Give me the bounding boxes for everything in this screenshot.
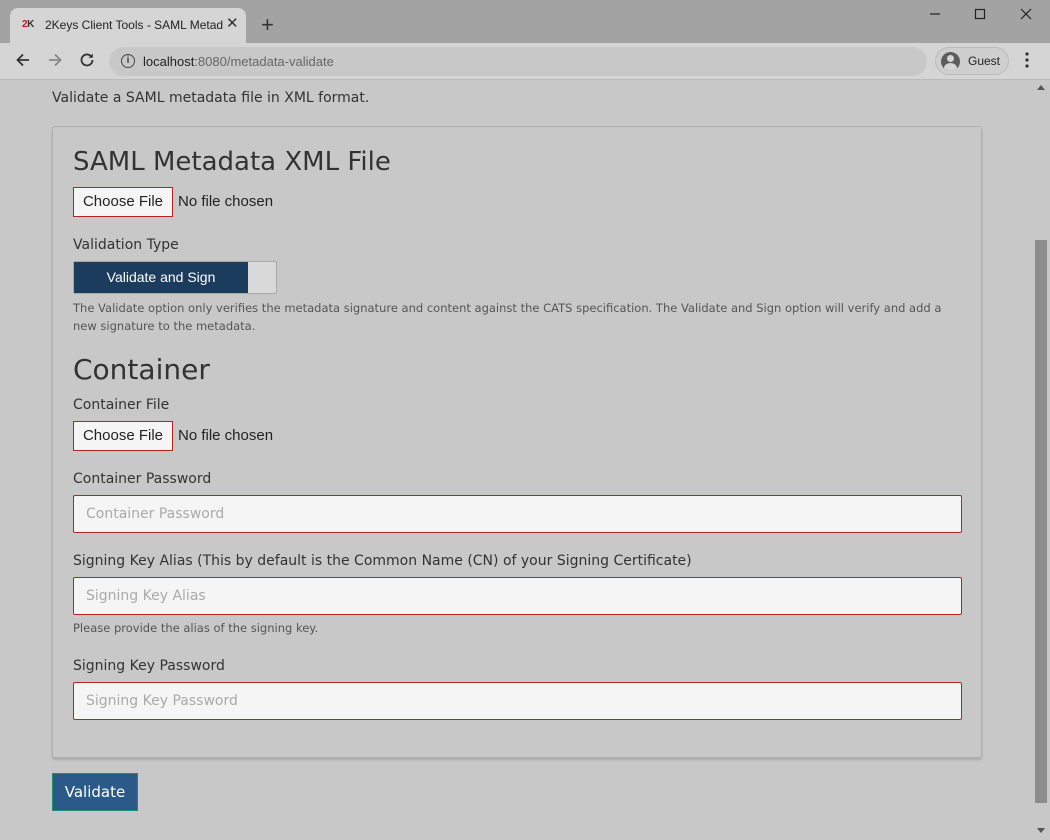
- container-password-input[interactable]: [73, 495, 962, 533]
- signing-key-password-input[interactable]: [73, 682, 962, 720]
- browser-tab[interactable]: 2K 2Keys Client Tools - SAML Metad ✕: [10, 8, 246, 43]
- back-button[interactable]: [12, 51, 34, 73]
- form-card: SAML Metadata XML File Choose File No fi…: [52, 126, 982, 758]
- signing-key-alias-input[interactable]: [73, 577, 962, 615]
- container-file-choose-button[interactable]: Choose File: [73, 421, 173, 451]
- metadata-file-status: No file chosen: [178, 193, 274, 210]
- close-window-button[interactable]: [1012, 6, 1040, 26]
- forward-arrow-icon: [49, 53, 62, 67]
- container-file-status: No file chosen: [178, 427, 274, 444]
- address-bar[interactable]: i localhost:8080/metadata-validate: [109, 47, 927, 76]
- container-file-label: Container File: [73, 397, 170, 413]
- validation-type-option-validate-and-sign[interactable]: Validate and Sign: [74, 262, 248, 293]
- close-icon: [1020, 8, 1032, 20]
- page-content: Validate a SAML metadata file in XML for…: [0, 81, 1033, 840]
- signing-key-alias-label: Signing Key Alias (This by default is th…: [73, 553, 692, 569]
- browser-menu-button[interactable]: [1018, 51, 1036, 73]
- tab-title: 2Keys Client Tools - SAML Metad: [45, 18, 223, 32]
- scroll-up-arrow-icon[interactable]: [1037, 85, 1045, 90]
- maximize-window-button[interactable]: [966, 6, 994, 26]
- page-scrollbar[interactable]: [1033, 81, 1050, 840]
- new-tab-button[interactable]: +: [261, 14, 274, 36]
- maximize-icon: [974, 8, 986, 20]
- validation-type-help: The Validate option only verifies the me…: [73, 301, 942, 333]
- browser-title-bar: 2K 2Keys Client Tools - SAML Metad ✕ +: [0, 0, 1050, 43]
- metadata-file-choose-button[interactable]: Choose File: [73, 187, 173, 217]
- minimize-icon: [930, 13, 940, 15]
- back-arrow-icon: [16, 53, 29, 67]
- container-section-title: Container: [73, 353, 210, 386]
- site-favicon-icon: 2K: [22, 19, 34, 30]
- page-intro: Validate a SAML metadata file in XML for…: [52, 90, 370, 106]
- browser-toolbar: i localhost:8080/metadata-validate Guest: [0, 43, 1050, 80]
- forward-button[interactable]: [44, 51, 66, 73]
- minimize-window-button[interactable]: [921, 6, 949, 26]
- scroll-down-arrow-icon[interactable]: [1037, 828, 1045, 833]
- tab-close-icon[interactable]: ✕: [226, 16, 239, 32]
- validation-type-toggle[interactable]: Validate and Sign: [73, 261, 277, 294]
- validation-type-label: Validation Type: [73, 237, 179, 253]
- profile-label: Guest: [968, 54, 1001, 68]
- url-text: localhost:8080/metadata-validate: [143, 54, 334, 69]
- profile-button[interactable]: Guest: [935, 47, 1009, 75]
- container-password-label: Container Password: [73, 471, 212, 487]
- reload-button[interactable]: [76, 51, 98, 73]
- reload-icon: [80, 53, 94, 67]
- signing-key-alias-help: Please provide the alias of the signing …: [73, 621, 319, 635]
- guest-avatar-icon: [941, 52, 960, 71]
- kebab-menu-icon: [1025, 52, 1029, 68]
- scrollbar-thumb[interactable]: [1035, 240, 1047, 803]
- info-icon[interactable]: i: [121, 54, 135, 68]
- signing-key-password-label: Signing Key Password: [73, 658, 225, 674]
- validate-button[interactable]: Validate: [52, 773, 138, 811]
- metadata-section-title: SAML Metadata XML File: [73, 147, 391, 177]
